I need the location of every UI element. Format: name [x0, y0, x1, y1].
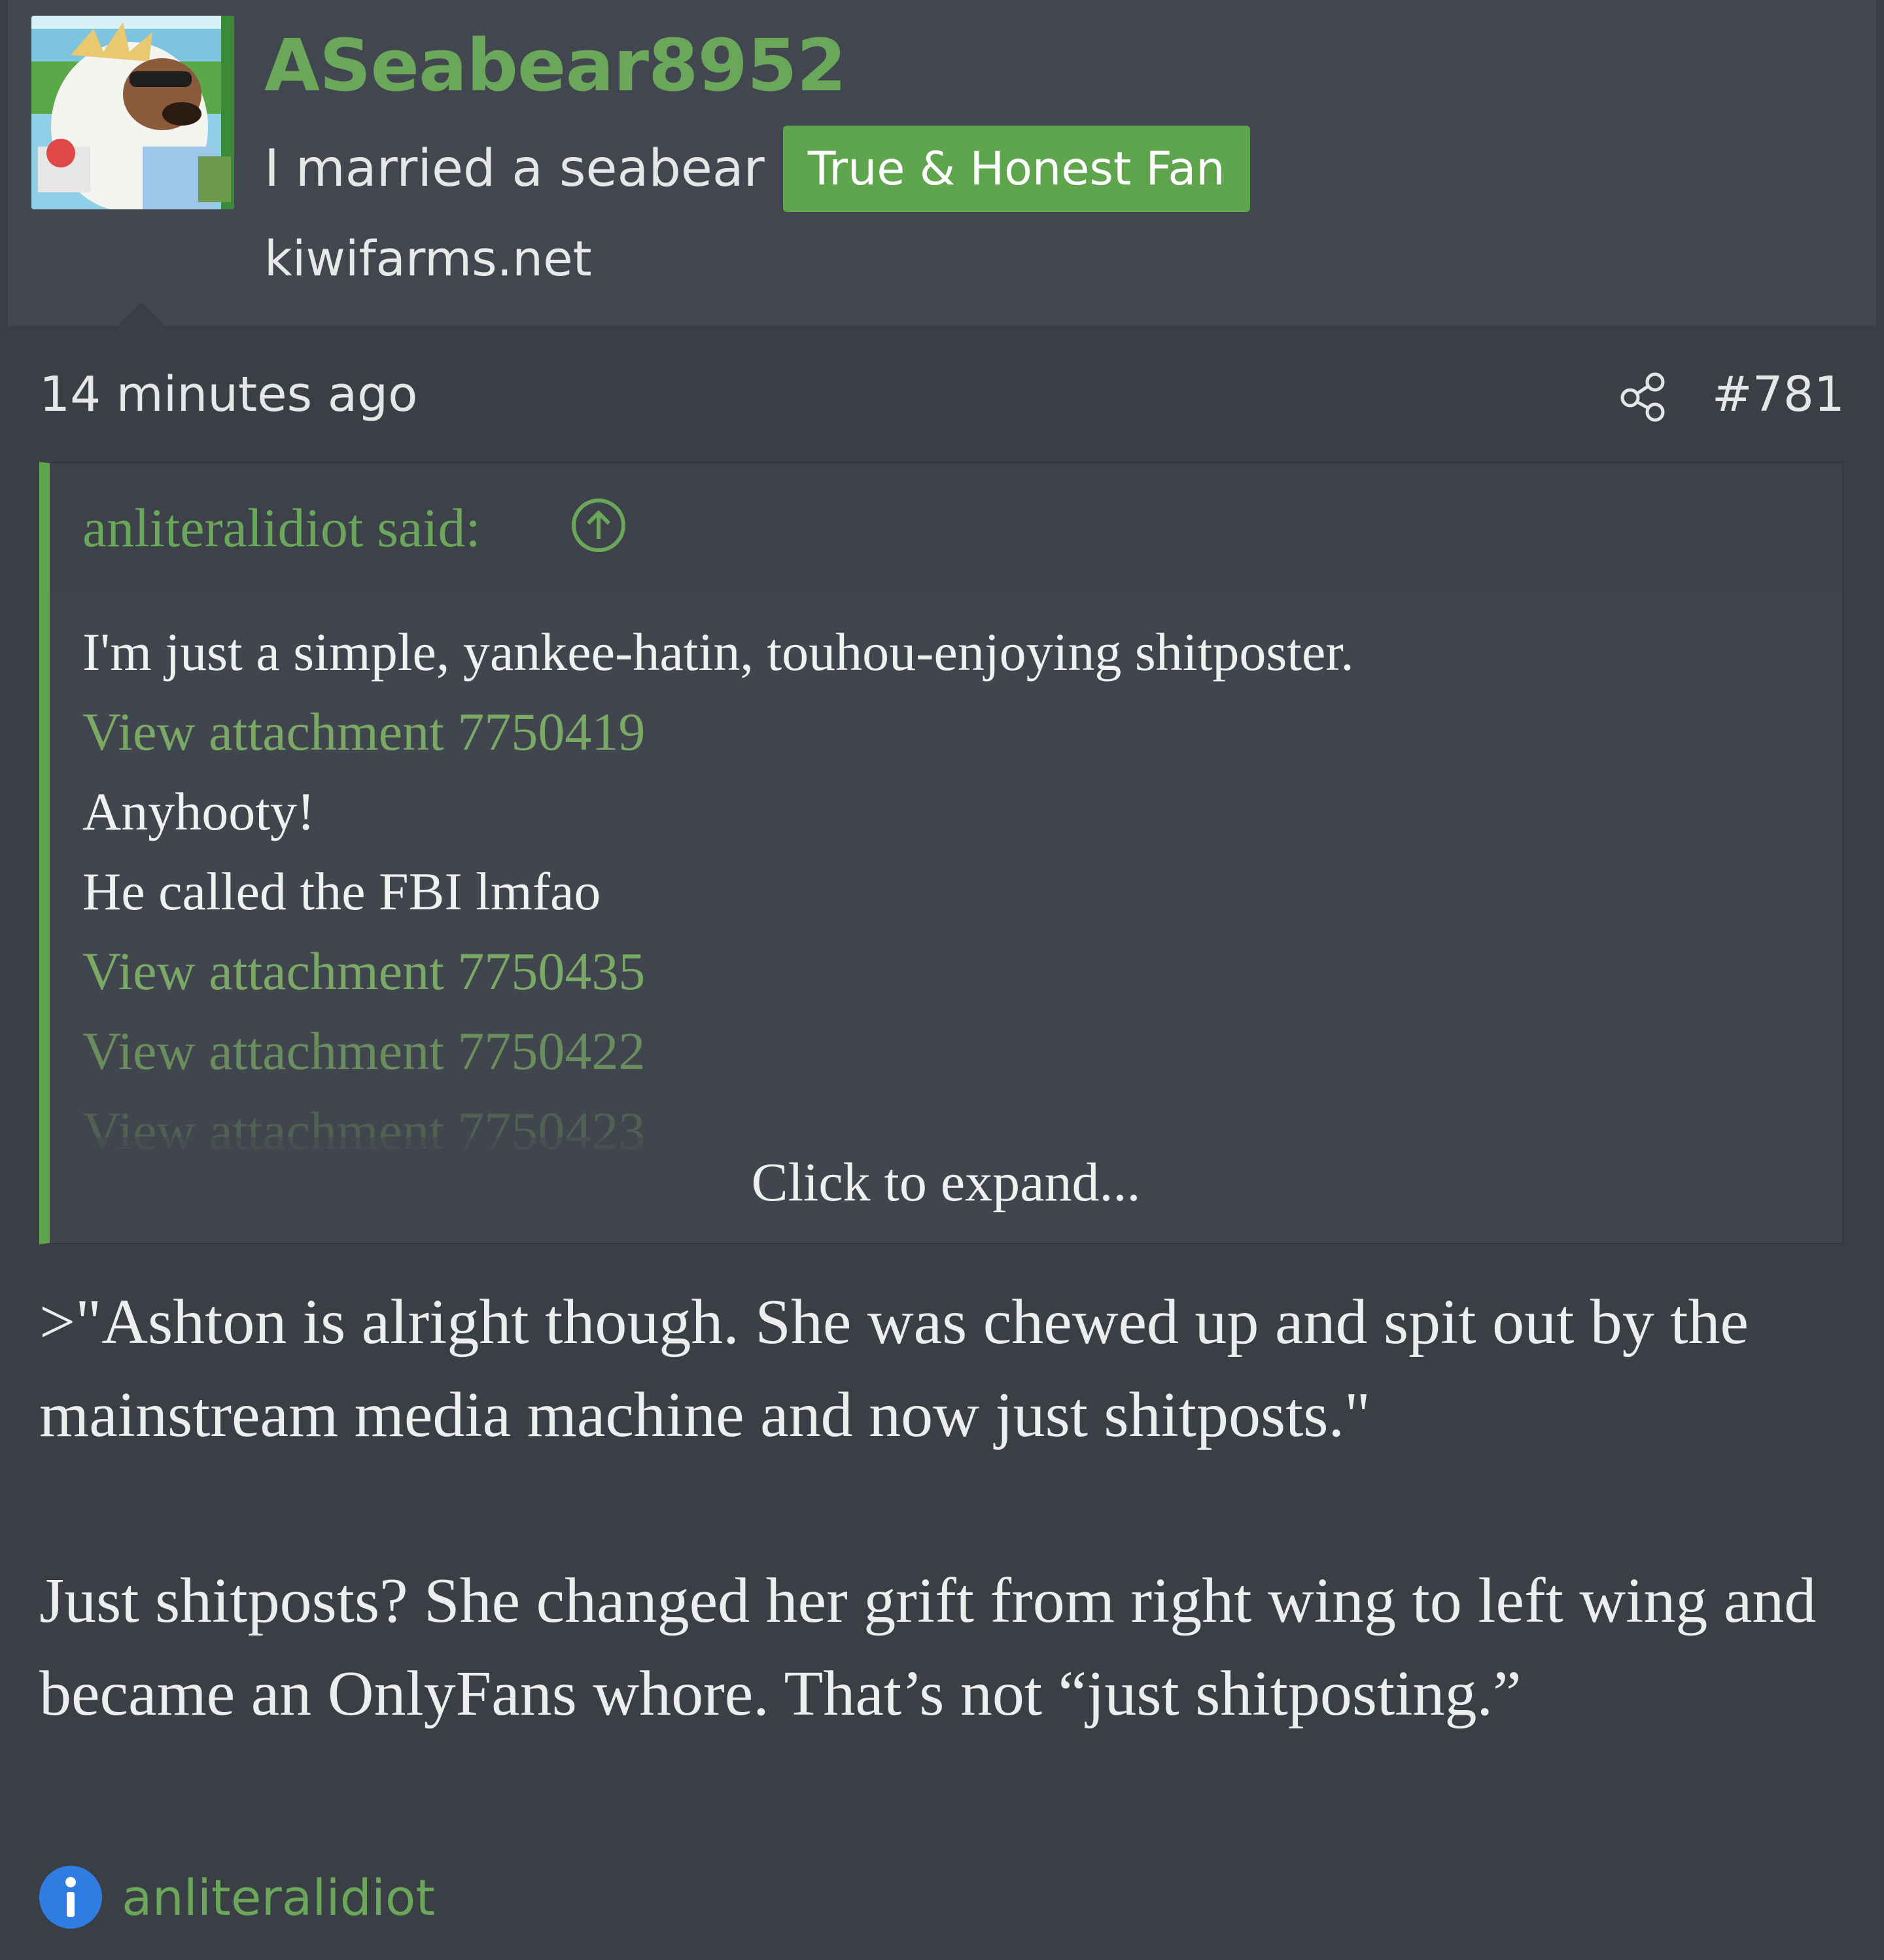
quote-author[interactable]: anliteralidiot said: — [82, 496, 481, 561]
quote-header: anliteralidiot said: — [50, 463, 1842, 591]
post-body: >"Ashton is alright though. She was chew… — [39, 1276, 1845, 1740]
quote-line: I'm just a simple, yankee-hatin, touhou-… — [82, 622, 1354, 682]
user-title: I married a seabear — [264, 139, 765, 198]
post-number[interactable]: #781 — [1712, 359, 1845, 430]
reaction-user[interactable]: anliteralidiot — [122, 1868, 435, 1927]
quote-body: I'm just a simple, yankee-hatin, touhou-… — [82, 612, 1809, 1171]
post-paragraph: Just shitposts? She changed her grift fr… — [39, 1566, 1817, 1729]
quote-line: Anyhooty! — [82, 782, 315, 841]
click-to-expand[interactable]: Click to expand... — [50, 1137, 1842, 1235]
user-badge: True & Honest Fan — [782, 126, 1250, 212]
user-title-row: I married a seabear True & Honest Fan — [264, 126, 1250, 212]
user-site: kiwifarms.net — [264, 231, 592, 287]
quote-line: He called the FBI lmfao — [82, 862, 601, 921]
quote-block: anliteralidiot said: I'm just a simple, … — [39, 462, 1843, 1244]
post-paragraph: >"Ashton is alright though. She was chew… — [39, 1287, 1749, 1450]
info-icon — [39, 1866, 102, 1929]
header-pointer — [118, 302, 165, 326]
reaction-bar: anliteralidiot — [39, 1864, 435, 1930]
attachment-link[interactable]: View attachment 7750422 — [82, 1011, 1809, 1091]
avatar[interactable] — [31, 16, 234, 209]
arrow-up-circle-icon[interactable] — [569, 496, 628, 555]
username[interactable]: ASeabear8952 — [264, 20, 846, 111]
attachment-link[interactable]: View attachment 7750435 — [82, 932, 1809, 1011]
share-icon[interactable] — [1616, 369, 1671, 424]
attachment-link[interactable]: View attachment 7750419 — [82, 692, 1809, 772]
post-meta: 14 minutes ago #781 — [39, 359, 1845, 430]
post-timestamp[interactable]: 14 minutes ago — [39, 359, 417, 430]
